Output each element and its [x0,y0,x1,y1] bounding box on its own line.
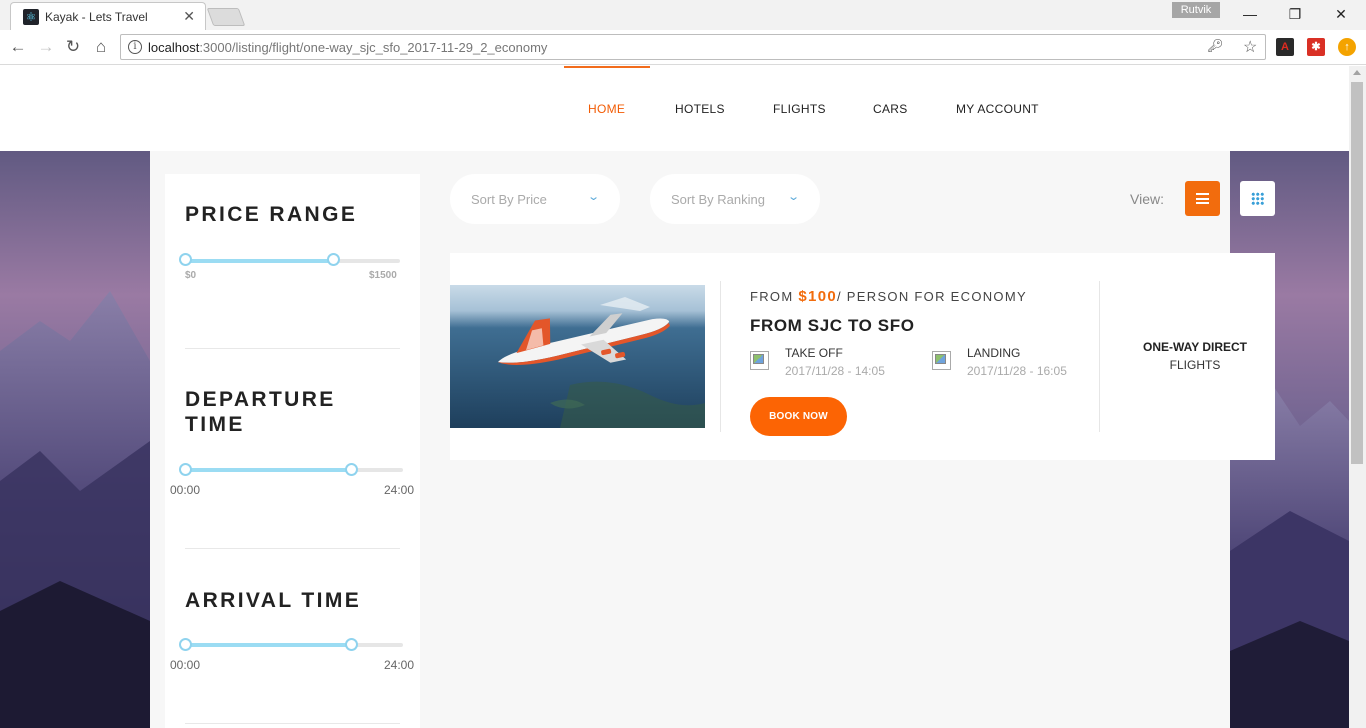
departure-slider-max-handle[interactable] [345,463,358,476]
url-text[interactable]: localhost:3000/listing/flight/one-way_sj… [148,40,547,55]
departure-slider-min-handle[interactable] [179,463,192,476]
departure-min-label: 00:00 [170,483,201,497]
browser-toolbar: ← → ↻ ⌂ i localhost:3000/listing/flight/… [0,30,1366,65]
arrival-min-label: 00:00 [170,658,201,672]
scrollbar-thumb[interactable] [1351,82,1363,464]
takeoff-icon [750,351,769,370]
site-header: HOME HOTELS FLIGHTS CARS MY ACCOUNT [0,66,1349,151]
sort-by-ranking-label: Sort By Ranking [671,192,765,207]
price-min-label: $0 [185,270,197,281]
flight-type: ONE-WAY DIRECT [1142,340,1247,354]
takeoff-label: TAKE OFF [785,346,843,360]
page-scrollbar[interactable] [1349,66,1366,728]
arrival-max-label: 24:00 [384,658,415,672]
window-close-icon[interactable]: ✕ [1326,4,1356,24]
filter-divider [185,548,400,549]
price-slider-min-handle[interactable] [179,253,192,266]
departure-time-title: DEPARTURE TIME [185,388,336,436]
nav-cars[interactable]: CARS [873,102,908,116]
grid-view-button[interactable] [1240,181,1275,216]
price-slider-max-handle[interactable] [327,253,340,266]
list-icon [1196,193,1209,204]
scroll-up-icon[interactable] [1353,70,1361,75]
landing-time: 2017/11/28 - 16:05 [967,364,1067,378]
book-now-button[interactable]: BOOK NOW [750,397,847,436]
chevron-down-icon: ⌄ [786,191,800,203]
takeoff-time: 2017/11/28 - 14:05 [785,364,885,378]
update-extension-icon[interactable]: ↑ [1338,38,1356,56]
airplane-image [450,285,705,428]
forward-icon[interactable]: → [35,36,57,58]
new-tab-button[interactable] [206,8,246,26]
back-icon[interactable]: ← [7,36,29,58]
landing-icon [932,351,951,370]
departure-slider-fill [187,468,353,472]
route-title: FROM SJC TO SFO [750,316,915,335]
page-viewport: HOME HOTELS FLIGHTS CARS MY ACCOUNT PRIC… [0,66,1349,728]
restore-icon[interactable]: ❐ [1280,4,1310,24]
filter-divider [185,348,400,349]
sort-by-ranking-dropdown[interactable]: Sort By Ranking ⌄ [650,174,820,224]
arrival-slider-fill [187,643,353,647]
price-max-label: $1500 [369,270,397,281]
browser-tab[interactable]: ⚛ Kayak - Lets Travel ✕ [10,2,206,30]
nav-flights[interactable]: FLIGHTS [773,102,826,116]
address-bar[interactable]: i localhost:3000/listing/flight/one-way_… [120,34,1266,60]
chevron-down-icon: ⌄ [586,191,600,203]
nav-active-indicator [564,66,650,68]
price-slider-fill [187,259,335,263]
acrobat-extension-icon[interactable]: A [1276,38,1294,56]
card-divider [1099,281,1100,432]
grid-icon [1251,192,1264,205]
extension-icon[interactable]: ✱ [1307,38,1325,56]
listing-content: PRICE RANGE $0 $1500 DEPARTURE TIME 00:00… [150,151,1275,728]
price-line: FROM $100/ PERSON FOR ECONOMY [750,288,1027,305]
reload-icon[interactable]: ↻ [62,36,84,58]
info-icon[interactable]: i [128,40,142,54]
sort-by-price-dropdown[interactable]: Sort By Price ⌄ [450,174,620,224]
card-divider [720,281,721,432]
landing-label: LANDING [967,346,1021,360]
arrival-slider-min-handle[interactable] [179,638,192,651]
flight-type-sub: FLIGHTS [1169,358,1221,372]
browser-titlebar: ⚛ Kayak - Lets Travel ✕ Rutvik — ❐ ✕ [0,0,1366,30]
filter-divider [185,723,400,724]
minimize-icon[interactable]: — [1235,4,1265,24]
departure-max-label: 24:00 [384,483,415,497]
home-icon[interactable]: ⌂ [90,36,112,58]
view-label: View: [1130,191,1164,207]
nav-home[interactable]: HOME [588,102,625,116]
nav-hotels[interactable]: HOTELS [675,102,725,116]
key-icon[interactable]: 🔑︎ [1207,38,1224,54]
sort-by-price-label: Sort By Price [471,192,547,207]
filter-sidebar: PRICE RANGE $0 $1500 DEPARTURE TIME 00:00… [165,174,420,728]
price-value: $100 [798,288,837,305]
profile-button[interactable]: Rutvik [1172,2,1220,18]
nav-my-account[interactable]: MY ACCOUNT [956,102,1039,116]
tab-title: Kayak - Lets Travel [45,10,148,24]
arrival-time-title: ARRIVAL TIME [185,589,362,612]
react-favicon-icon: ⚛ [23,9,39,25]
list-view-button[interactable] [1185,181,1220,216]
tab-close-icon[interactable]: ✕ [183,8,195,25]
arrival-slider-max-handle[interactable] [345,638,358,651]
star-icon[interactable]: ☆ [1243,37,1257,57]
price-range-title: PRICE RANGE [185,203,358,226]
flight-result-card: FROM $100/ PERSON FOR ECONOMY FROM SJC T… [450,253,1275,460]
